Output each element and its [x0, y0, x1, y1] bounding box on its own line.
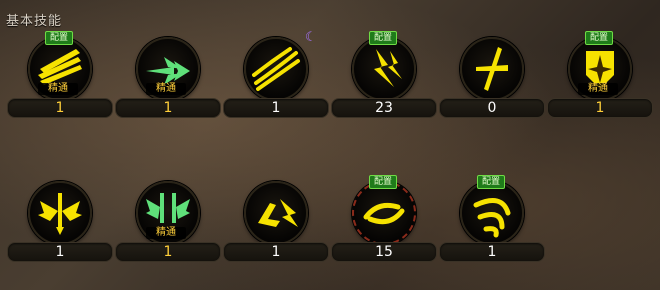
equipped-badge: 配置 [45, 31, 73, 45]
skill-slot[interactable]: 配置 精通 1 [7, 31, 113, 118]
mastery-label: 精通 [146, 83, 186, 95]
panel-title: 基本技能 [6, 14, 63, 29]
skill-slot[interactable]: 配置 15 [331, 175, 437, 262]
multi-slash-icon[interactable] [244, 37, 308, 101]
skill-slot[interactable]: 1 [7, 177, 113, 262]
moon-icon: ☾ [305, 30, 317, 45]
skill-level: 1 [7, 242, 113, 262]
equipped-badge: 配置 [369, 175, 397, 189]
mastery-label: 精通 [38, 83, 78, 95]
skill-slot[interactable]: 配置 精通 1 [547, 31, 653, 118]
skill-level: 1 [223, 98, 329, 118]
skill-slot[interactable]: 1 [223, 177, 329, 262]
winged-sword-icon[interactable] [28, 181, 92, 245]
skill-level: 15 [331, 242, 437, 262]
skill-slot[interactable]: 配置 23 [331, 31, 437, 118]
mastery-label: 精通 [146, 227, 186, 239]
skill-level: 1 [7, 98, 113, 118]
equipped-badge: 配置 [477, 175, 505, 189]
equipped-badge: 配置 [369, 31, 397, 45]
skill-slot[interactable]: 0 [439, 33, 545, 118]
lightning-strike-icon[interactable] [352, 37, 416, 101]
whirlwind-icon[interactable] [460, 181, 524, 245]
vortex-icon[interactable] [352, 181, 416, 245]
skill-level: 1 [223, 242, 329, 262]
skill-slot[interactable]: 精通 1 [115, 177, 221, 262]
skill-slot[interactable]: 配置 1 [439, 175, 545, 262]
skill-level: 1 [115, 242, 221, 262]
skill-level: 23 [331, 98, 437, 118]
mastery-label: 精通 [578, 83, 618, 95]
skill-level: 0 [439, 98, 545, 118]
skill-level: 1 [547, 98, 653, 118]
skill-level: 1 [115, 98, 221, 118]
dash-strike-icon[interactable] [244, 181, 308, 245]
equipped-badge: 配置 [585, 31, 613, 45]
skill-slot[interactable]: ☾ 1 [223, 30, 329, 118]
cross-slash-icon[interactable] [460, 37, 524, 101]
skill-slot[interactable]: 精通 1 [115, 33, 221, 118]
skill-level: 1 [439, 242, 545, 262]
